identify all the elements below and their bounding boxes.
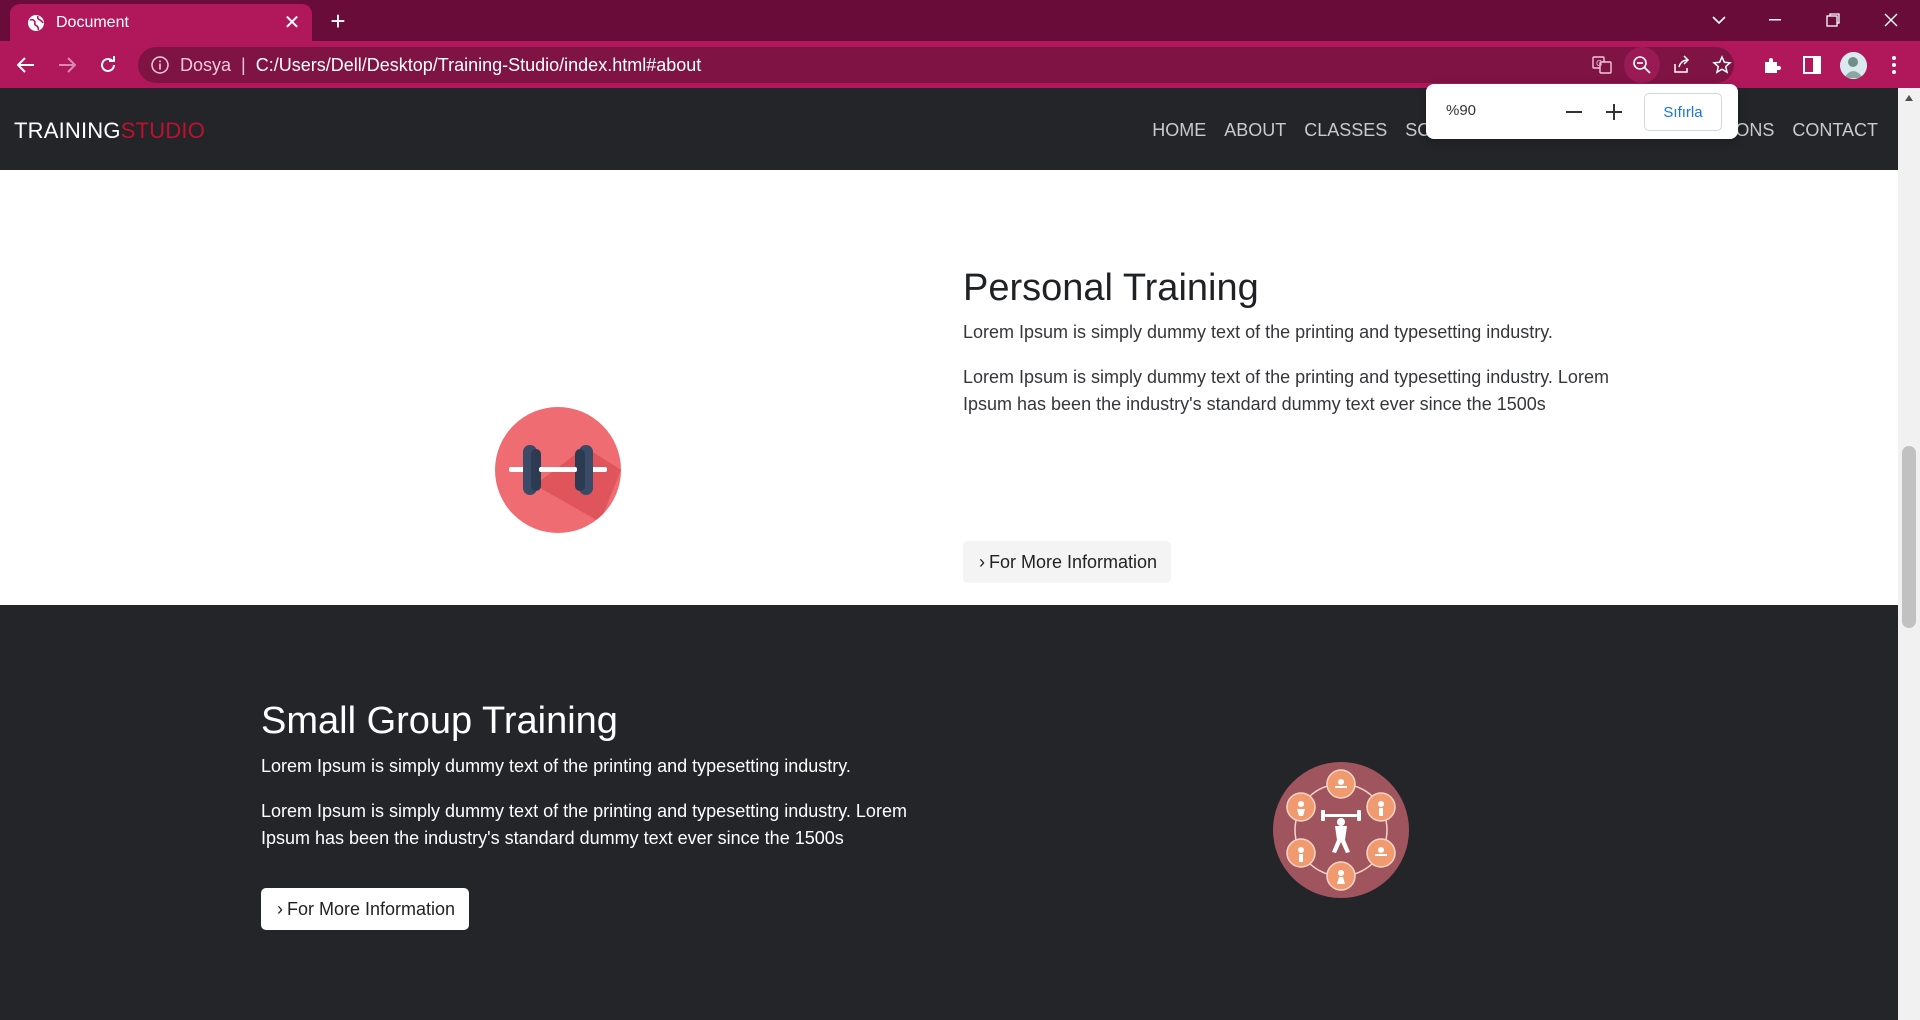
extensions-puzzle-icon[interactable] bbox=[1756, 49, 1788, 81]
nav-contact[interactable]: CONTACT bbox=[1792, 120, 1878, 141]
zoom-in-button[interactable] bbox=[1600, 98, 1628, 126]
zoom-reset-button[interactable]: Sıfırla bbox=[1644, 93, 1722, 131]
group-training-title: Small Group Training bbox=[261, 700, 618, 742]
browser-tab-strip: Document ✕ + bbox=[0, 0, 1920, 41]
personal-training-body-1: Lorem Ipsum is simply dummy text of the … bbox=[963, 367, 1609, 387]
group-more-info-button[interactable]: › For More Information bbox=[261, 888, 470, 930]
restore-icon[interactable] bbox=[1810, 4, 1856, 36]
zoom-out-button[interactable] bbox=[1560, 98, 1588, 126]
page-scrollbar[interactable] bbox=[1898, 88, 1920, 1020]
nav-sessions[interactable]: ONS bbox=[1735, 120, 1774, 141]
group-training-lead: Lorem Ipsum is simply dummy text of the … bbox=[261, 756, 851, 776]
personal-more-info-button[interactable]: › For More Information bbox=[963, 541, 1172, 583]
personal-more-info-label: For More Information bbox=[989, 551, 1158, 572]
url-separator: | bbox=[241, 54, 246, 75]
group-training-section: Small Group Training Lorem Ipsum is simp… bbox=[0, 605, 1898, 1020]
personal-training-section: Personal Training Lorem Ipsum is simply … bbox=[0, 170, 1898, 605]
tab-search-chevron-icon[interactable] bbox=[1696, 4, 1742, 36]
tab-title: Document bbox=[56, 13, 129, 31]
browser-menu-icon[interactable] bbox=[1878, 49, 1910, 81]
nav-about[interactable]: ABOUT bbox=[1224, 120, 1286, 141]
forward-arrow-icon[interactable] bbox=[51, 49, 83, 81]
group-training-icon bbox=[1273, 762, 1409, 898]
new-tab-button[interactable]: + bbox=[324, 8, 352, 36]
translate-icon[interactable]: G bbox=[1584, 47, 1620, 83]
zoom-popup: %90 Sıfırla bbox=[1426, 84, 1738, 139]
group-more-info-label: For More Information bbox=[287, 898, 456, 919]
share-icon[interactable] bbox=[1664, 47, 1700, 83]
site-info-icon[interactable] bbox=[150, 55, 170, 75]
url-scheme-label: Dosya bbox=[180, 54, 232, 75]
personal-training-title: Personal Training bbox=[963, 267, 1259, 309]
profile-avatar[interactable] bbox=[1840, 52, 1867, 79]
chevron-right-icon: › bbox=[979, 551, 985, 572]
minimize-icon[interactable] bbox=[1752, 4, 1798, 36]
close-window-icon[interactable] bbox=[1868, 4, 1914, 36]
group-training-body-1: Lorem Ipsum is simply dummy text of the … bbox=[261, 801, 907, 821]
scroll-up-arrow-icon[interactable] bbox=[1898, 90, 1920, 106]
reload-icon[interactable] bbox=[92, 49, 124, 81]
scrollbar-thumb[interactable] bbox=[1902, 446, 1916, 628]
back-arrow-icon[interactable] bbox=[10, 49, 42, 81]
logo-training: TRAINING bbox=[14, 118, 121, 143]
browser-tab[interactable]: Document ✕ bbox=[10, 4, 312, 41]
svg-text:G: G bbox=[1596, 59, 1602, 68]
group-training-body-2: Ipsum has been the industry's standard d… bbox=[261, 828, 844, 848]
personal-training-body-2: Ipsum has been the industry's standard d… bbox=[963, 394, 1546, 414]
site-logo[interactable]: TRAININGSTUDIO bbox=[14, 118, 205, 144]
dumbbell-icon bbox=[495, 407, 621, 533]
logo-studio: STUDIO bbox=[120, 118, 206, 143]
address-bar[interactable]: Dosya | C:/Users/Dell/Desktop/Training-S… bbox=[138, 47, 1734, 83]
bookmark-star-icon[interactable] bbox=[1704, 47, 1740, 83]
close-tab-icon[interactable]: ✕ bbox=[278, 9, 306, 37]
chevron-right-icon: › bbox=[277, 898, 283, 919]
zoom-icon[interactable] bbox=[1624, 47, 1660, 83]
side-panel-icon[interactable] bbox=[1796, 49, 1828, 81]
personal-training-lead: Lorem Ipsum is simply dummy text of the … bbox=[963, 322, 1553, 342]
zoom-level-text: %90 bbox=[1446, 102, 1477, 119]
page-viewport: TRAININGSTUDIO HOME ABOUT CLASSES SCHE O… bbox=[0, 88, 1898, 1020]
globe-icon bbox=[26, 13, 46, 33]
browser-toolbar: Dosya | C:/Users/Dell/Desktop/Training-S… bbox=[0, 41, 1920, 88]
nav-classes[interactable]: CLASSES bbox=[1304, 120, 1387, 141]
nav-home[interactable]: HOME bbox=[1152, 120, 1206, 141]
url-text[interactable]: C:/Users/Dell/Desktop/Training-Studio/in… bbox=[256, 55, 702, 76]
